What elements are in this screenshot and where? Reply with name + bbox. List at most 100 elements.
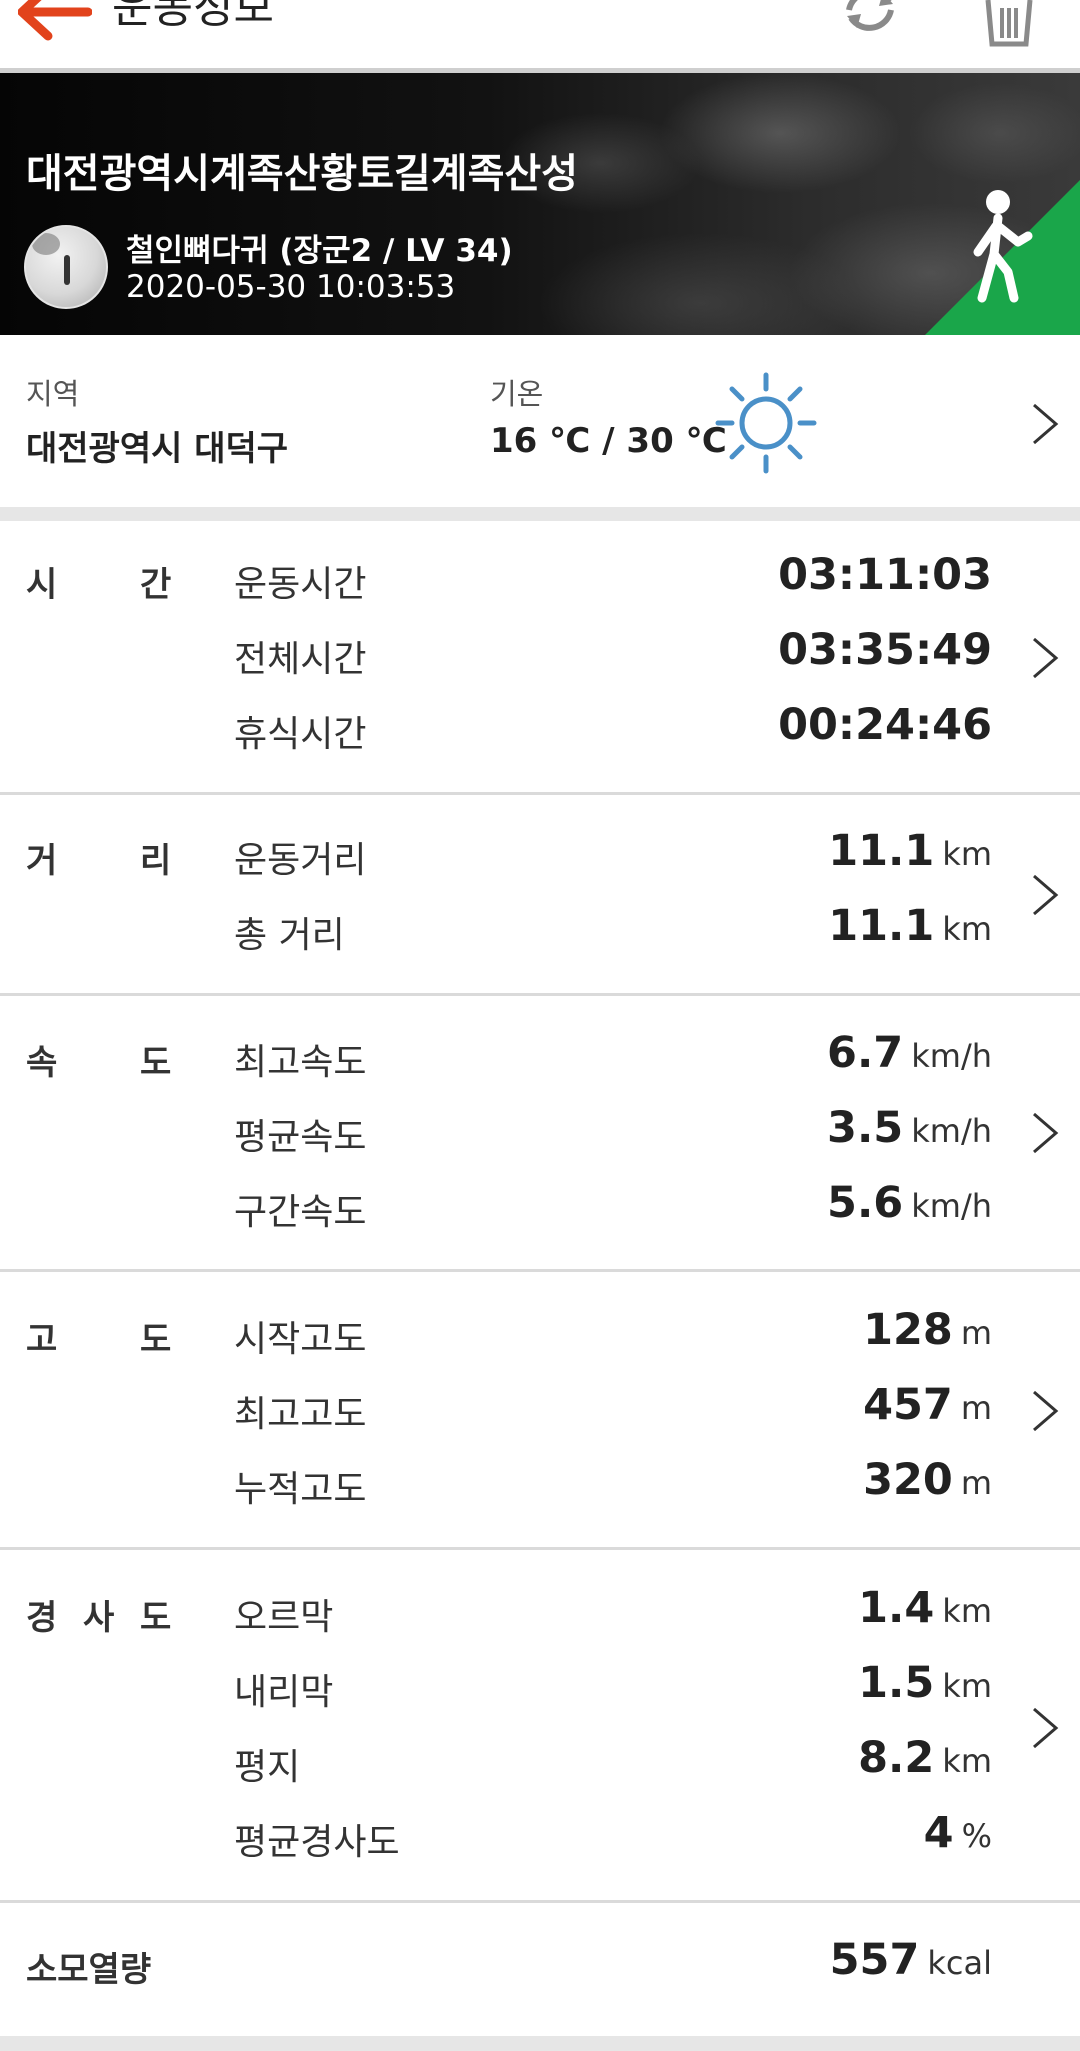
row-label: 운동시간: [234, 564, 367, 605]
refresh-icon[interactable]: [835, 0, 905, 40]
row-value: 4%: [924, 1808, 992, 1858]
row-value: 128 m: [863, 1305, 992, 1355]
value-number: 1.5: [858, 1658, 935, 1708]
avatar[interactable]: [24, 225, 108, 309]
value-number: 11.1: [828, 826, 935, 876]
section-label-char: 사: [83, 1598, 115, 1638]
row-value: 00:24:46: [778, 700, 992, 750]
row-value: 1.5 km: [858, 1658, 992, 1708]
section-label-char: 경: [26, 1598, 58, 1638]
bottom-divider: [0, 2036, 1080, 2051]
value-number: 03:11:03: [778, 550, 992, 600]
avatar-tree: [32, 233, 60, 255]
row-value: 457 m: [863, 1380, 992, 1430]
location-value: 대전광역시 대덕구: [26, 429, 289, 469]
location-label: 지역: [26, 377, 80, 411]
value-unit: km/h: [911, 1112, 992, 1150]
user-name: 철인뼈다귀 (장군2 / LV 34): [126, 233, 513, 269]
row-label: 전체시간: [234, 639, 367, 680]
section-label-char: 거: [26, 841, 58, 881]
section-label-char: 도: [140, 1043, 172, 1083]
walking-icon: [973, 190, 1033, 303]
chevron-right-icon[interactable]: [1030, 1110, 1060, 1156]
row-label: 평균경사도: [234, 1822, 400, 1863]
row-label: 휴식시간: [234, 714, 367, 755]
section-label-char: 속: [26, 1043, 58, 1083]
chevron-right-icon[interactable]: [1030, 635, 1060, 681]
app-bar: 운동정보: [0, 0, 1080, 73]
row-value: 8.2 km: [858, 1733, 992, 1783]
divider: [0, 1900, 1080, 1903]
calories-label: 소모열량: [26, 1950, 152, 1990]
section-label-char: 도: [140, 1598, 172, 1638]
avatar-figure: [64, 255, 70, 285]
row-label: 오르막: [234, 1597, 334, 1638]
value-unit: km: [942, 1742, 992, 1780]
row-value: 11.1 km: [828, 826, 992, 876]
temperature-label: 기온: [490, 377, 544, 411]
trash-icon[interactable]: [978, 0, 1040, 50]
divider: [0, 1269, 1080, 1272]
value-unit: km/h: [911, 1187, 992, 1225]
section-label-char: 고: [26, 1320, 58, 1360]
divider: [0, 507, 1080, 521]
value-number: 00:24:46: [778, 700, 992, 750]
value-number: 320: [863, 1455, 953, 1505]
row-value: 03:11:03: [778, 550, 992, 600]
row-label: 최고고도: [234, 1394, 367, 1435]
value-unit: m: [960, 1464, 992, 1502]
value-number: 457: [863, 1380, 953, 1430]
value-number: 1.4: [858, 1583, 935, 1633]
row-label: 평균속도: [234, 1117, 367, 1158]
value-unit: kcal: [927, 1944, 992, 1982]
row-value: 1.4 km: [858, 1583, 992, 1633]
row-label: 구간속도: [234, 1192, 367, 1233]
row-label: 내리막: [234, 1672, 334, 1713]
row-label: 총 거리: [234, 915, 345, 956]
value-unit: km: [942, 1592, 992, 1630]
row-value: 5.6 km/h: [827, 1178, 992, 1228]
value-unit: m: [960, 1389, 992, 1427]
value-unit: m: [960, 1314, 992, 1352]
value-unit: km: [942, 910, 992, 948]
row-value: 3.5 km/h: [827, 1103, 992, 1153]
row-value: 6.7 km/h: [827, 1028, 992, 1078]
value-unit: km/h: [911, 1037, 992, 1075]
chevron-right-icon[interactable]: [1030, 1705, 1060, 1751]
row-label: 시작고도: [234, 1319, 367, 1360]
value-unit: %: [961, 1817, 992, 1855]
activity-banner: 대전광역시계족산황토길계족산성 철인뼈다귀 (장군2 / LV 34) 2020…: [0, 73, 1080, 335]
temperature-value: 16 ℃ / 30 ℃: [490, 421, 727, 461]
section-label-char: 시: [26, 565, 58, 605]
divider: [0, 993, 1080, 996]
value-number: 557: [829, 1935, 920, 1985]
value-number: 03:35:49: [778, 625, 992, 675]
row-label: 운동거리: [234, 840, 367, 881]
value-number: 128: [863, 1305, 953, 1355]
divider: [0, 1547, 1080, 1550]
section-label-char: 간: [140, 565, 172, 605]
row-label: 평지: [234, 1747, 301, 1788]
value-number: 3.5: [827, 1103, 904, 1153]
location-weather-row[interactable]: 지역 대전광역시 대덕구 기온 16 ℃ / 30 ℃: [0, 335, 1080, 507]
page-title: 운동정보: [112, 0, 274, 33]
back-arrow-icon[interactable]: [18, 0, 92, 42]
row-value: 03:35:49: [778, 625, 992, 675]
row-value: 11.1 km: [828, 901, 992, 951]
row-label: 누적고도: [234, 1469, 367, 1510]
row-value: 320 m: [863, 1455, 992, 1505]
activity-datetime: 2020-05-30 10:03:53: [126, 269, 456, 305]
value-unit: km: [942, 1667, 992, 1705]
divider: [0, 792, 1080, 795]
row-label: 최고속도: [234, 1042, 367, 1083]
course-name: 대전광역시계족산황토길계족산성: [26, 151, 578, 197]
value-number: 6.7: [827, 1028, 904, 1078]
section-label-char: 리: [140, 841, 172, 881]
value-number: 5.6: [827, 1178, 904, 1228]
calories-value: 557 kcal: [830, 1935, 992, 1985]
value-number: 11.1: [828, 901, 935, 951]
chevron-right-icon[interactable]: [1030, 1388, 1060, 1434]
sun-icon: [715, 372, 817, 474]
chevron-right-icon[interactable]: [1030, 872, 1060, 918]
chevron-right-icon[interactable]: [1030, 401, 1060, 447]
